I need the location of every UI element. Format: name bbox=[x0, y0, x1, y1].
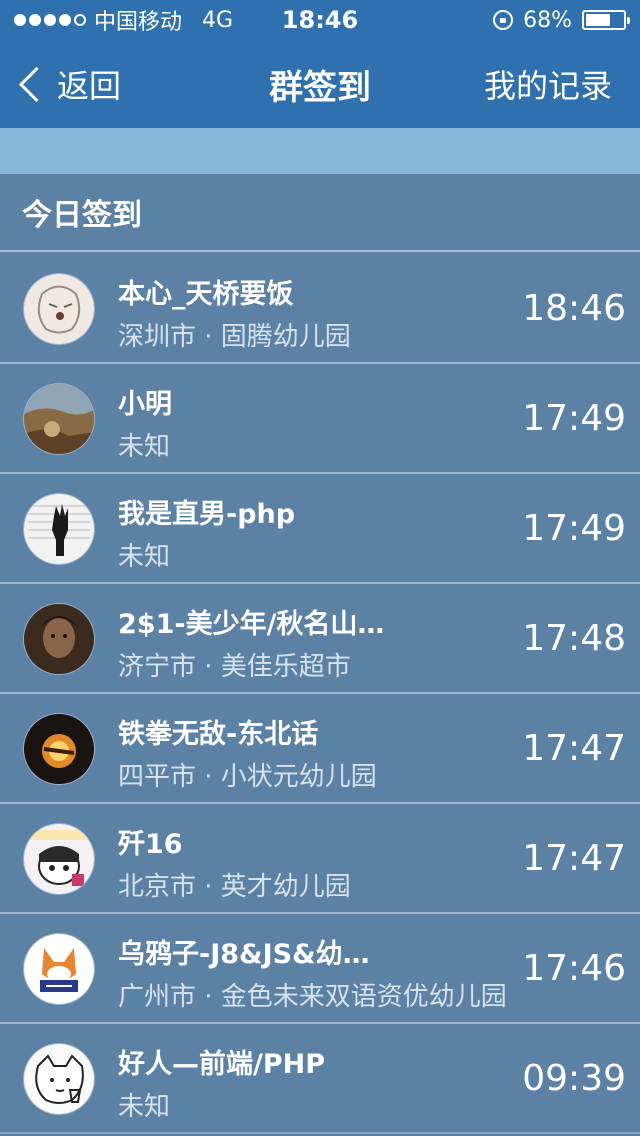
avatar[interactable] bbox=[24, 714, 94, 784]
avatar[interactable] bbox=[24, 824, 94, 894]
status-bar: 中国移动 4G 18:46 68% bbox=[0, 0, 640, 40]
checkin-time: 17:47 bbox=[522, 728, 626, 769]
member-name: 歼16 bbox=[118, 829, 183, 860]
checkin-time: 17:49 bbox=[522, 508, 626, 549]
chevron-left-icon bbox=[18, 66, 55, 102]
checkin-list: 本心_天桥要饭 深圳市 · 固腾幼儿园 18:46 小明 未知 17:49 我是直男-php… bbox=[0, 254, 640, 1134]
battery-percent: 68% bbox=[523, 7, 572, 33]
checkin-row[interactable]: 我是直男-php 未知 17:49 bbox=[0, 474, 640, 584]
section-title: 今日签到 bbox=[0, 174, 640, 252]
member-name: 我是直男-php bbox=[118, 499, 296, 530]
member-name: 2$1-美少年/秋名山… bbox=[118, 609, 385, 640]
checkin-location: 济宁市 · 美佳乐超市 bbox=[118, 652, 351, 682]
back-button[interactable]: 返回 bbox=[14, 40, 121, 128]
member-name: 好人—前端/PHP bbox=[118, 1049, 326, 1080]
avatar[interactable] bbox=[24, 494, 94, 564]
status-right: 68% bbox=[493, 7, 630, 33]
battery-icon bbox=[582, 10, 630, 30]
checkin-row[interactable]: 小明未知 17:49 bbox=[0, 364, 640, 474]
member-name: 乌鸦子-J8&JS&幼… bbox=[118, 939, 370, 970]
checkin-time: 17:46 bbox=[522, 948, 626, 989]
checkin-location: 四平市 · 小状元幼儿园 bbox=[118, 762, 377, 792]
avatar[interactable] bbox=[24, 604, 94, 674]
header-band bbox=[0, 128, 640, 174]
checkin-row[interactable]: 歼16 北京市 · 英才幼儿园 17:47 bbox=[0, 804, 640, 914]
checkin-location: 深圳市 · 固腾幼儿园 bbox=[118, 322, 351, 352]
avatar[interactable] bbox=[24, 1044, 94, 1114]
rotation-lock-icon bbox=[493, 10, 514, 30]
avatar[interactable] bbox=[24, 934, 94, 1004]
checkin-location: 未知 bbox=[118, 432, 171, 462]
checkin-time: 18:46 bbox=[522, 288, 626, 329]
avatar[interactable] bbox=[24, 274, 94, 344]
member-name: 铁拳无敌-东北话 bbox=[118, 719, 319, 750]
checkin-location: 未知 bbox=[118, 542, 171, 572]
checkin-location: 北京市 · 英才幼儿园 bbox=[118, 872, 351, 902]
checkin-row[interactable]: 好人—前端/PHP 未知 09:39 bbox=[0, 1024, 640, 1134]
checkin-row[interactable]: 2$1-美少年/秋名山… 济宁市 · 美佳乐超市 17:48 bbox=[0, 584, 640, 694]
checkin-time: 17:47 bbox=[522, 838, 626, 879]
checkin-location: 未知 bbox=[118, 1092, 171, 1122]
back-label: 返回 bbox=[57, 67, 122, 105]
battery-fill bbox=[586, 14, 611, 26]
navigation-bar: 返回 群签到 我的记录 bbox=[0, 40, 640, 128]
member-name: 本心_天桥要饭 bbox=[118, 279, 294, 310]
checkin-time: 17:49 bbox=[522, 398, 626, 439]
checkin-location: 广州市 · 金色未来双语资优幼儿园 bbox=[118, 982, 507, 1012]
checkin-row[interactable]: 本心_天桥要饭深圳市 · 固腾幼儿园 18:46 bbox=[0, 254, 640, 364]
checkin-row[interactable]: 乌鸦子-J8&JS&幼… 广州市 · 金色未来双语资优幼儿园 17:46 bbox=[0, 914, 640, 1024]
avatar[interactable] bbox=[24, 384, 94, 454]
checkin-time: 09:39 bbox=[522, 1058, 626, 1099]
my-records-button[interactable]: 我的记录 bbox=[484, 61, 612, 107]
member-name: 小明 bbox=[118, 389, 172, 420]
checkin-row[interactable]: 铁拳无敌-东北话四平市 · 小状元幼儿园 17:47 bbox=[0, 694, 640, 804]
checkin-time: 17:48 bbox=[522, 618, 626, 659]
